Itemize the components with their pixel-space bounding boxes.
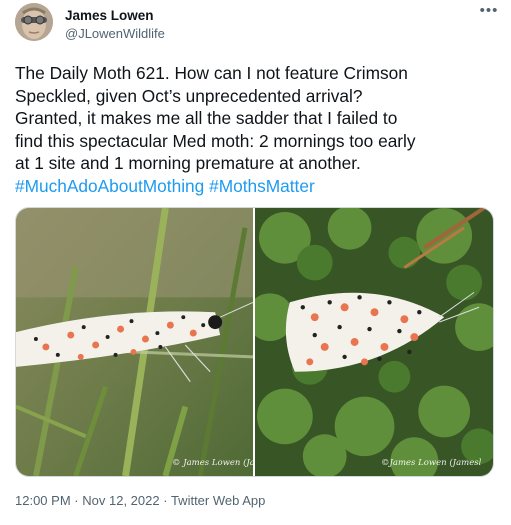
media-gallery: © James Lowen (Jam	[15, 207, 494, 477]
tweet-card: James Lowen @JLowenWildlife ••• The Dail…	[0, 0, 511, 525]
moth-photo-right[interactable]: ©James Lowen (Jamesl	[254, 208, 493, 476]
author-handle[interactable]: @JLowenWildlife	[65, 26, 165, 41]
tweet-line: Granted, it makes me all the sadder that…	[15, 108, 398, 129]
moth-on-grass-image	[16, 208, 253, 476]
hashtag-link[interactable]: #MothsMatter	[209, 176, 315, 196]
tweet-line: find this spectacular Med moth: 2 mornin…	[15, 130, 416, 151]
tweet-date[interactable]: Nov 12, 2022	[82, 493, 159, 508]
tweet-line: at 1 site and 1 morning premature at ano…	[15, 153, 361, 174]
tweet-line: Speckled, given Oct’s unprecedented arri…	[15, 85, 363, 106]
photo-watermark: ©James Lowen (Jamesl	[380, 458, 482, 468]
author-name[interactable]: James Lowen	[65, 8, 154, 23]
tweet-line: The Daily Moth 621. How can I not featur…	[15, 63, 408, 83]
photo-watermark: © James Lowen (Jam	[172, 458, 253, 468]
hashtag-link[interactable]: #MuchAdoAboutMothing	[15, 176, 204, 196]
meta-separator: ·	[163, 493, 168, 508]
tweet-time[interactable]: 12:00 PM	[15, 493, 71, 508]
hashtag-line: #MuchAdoAboutMothing #MothsMatter	[15, 175, 495, 198]
moth-on-clover-image	[254, 208, 493, 476]
tweet-text: The Daily Moth 621. How can I not featur…	[15, 62, 495, 198]
tweet-metadata: 12:00 PM · Nov 12, 2022 · Twitter Web Ap…	[15, 493, 265, 508]
moth-photo-left[interactable]: © James Lowen (Jam	[16, 208, 253, 476]
tweet-source: Twitter Web App	[170, 493, 266, 508]
user-avatar-icon	[15, 3, 53, 41]
meta-separator: ·	[74, 493, 79, 508]
avatar[interactable]	[15, 3, 53, 41]
ellipsis-icon[interactable]: •••	[478, 3, 500, 20]
